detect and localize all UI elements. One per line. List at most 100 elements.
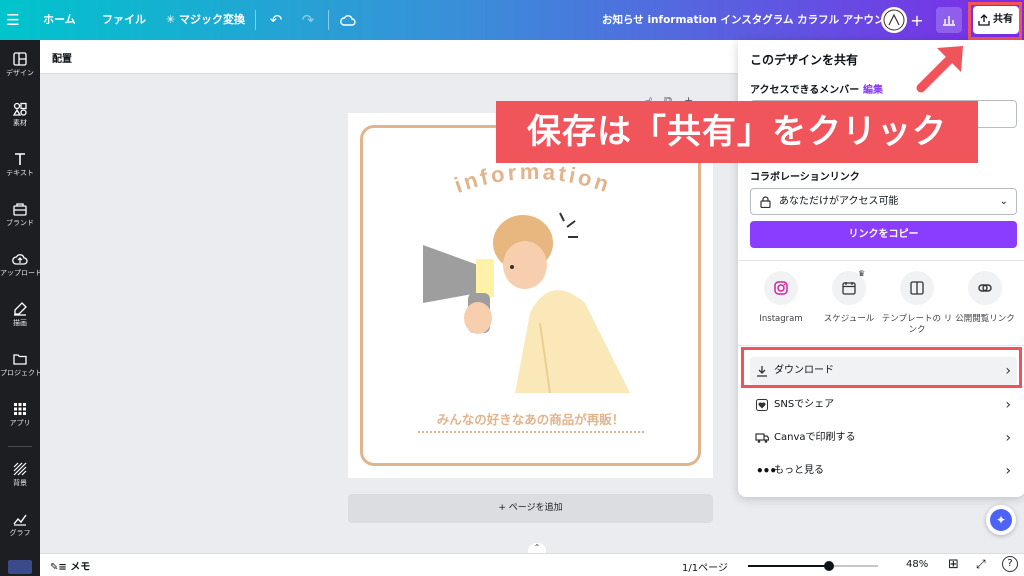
share-option-label: スケジュール bbox=[823, 314, 875, 324]
sns-share-label: SNSでシェア bbox=[774, 399, 835, 410]
highlight-share-button bbox=[968, 2, 1022, 40]
app-thumbnail[interactable] bbox=[8, 560, 32, 574]
sidebar-item-text[interactable]: テキスト bbox=[0, 146, 40, 192]
text-icon bbox=[15, 153, 25, 165]
crown-icon: ♛ bbox=[858, 269, 866, 278]
zoom-level[interactable]: 48% bbox=[906, 559, 928, 570]
megaphone-person-illustration bbox=[423, 212, 630, 393]
redo-icon[interactable]: ↷ bbox=[298, 10, 318, 30]
more-icon: ••• bbox=[756, 464, 777, 478]
zoom-slider-handle[interactable] bbox=[823, 561, 834, 571]
print-row[interactable]: Canvaで印刷する › bbox=[750, 424, 1017, 452]
sidebar-item-label: テキスト bbox=[6, 169, 34, 177]
arrow-annotation-icon bbox=[916, 46, 963, 93]
upload-icon bbox=[12, 254, 28, 265]
print-label: Canvaで印刷する bbox=[774, 432, 856, 443]
file-menu-button[interactable]: ファイル bbox=[102, 0, 146, 40]
fullscreen-icon[interactable]: ⤢ bbox=[976, 557, 986, 572]
chevron-right-icon: › bbox=[1005, 463, 1011, 479]
share-option-label: テンプレートの リンク bbox=[881, 314, 953, 335]
sidebar-item-label: 描画 bbox=[13, 319, 27, 327]
help-icon[interactable]: ? bbox=[1002, 556, 1018, 572]
calendar-icon bbox=[842, 282, 856, 295]
document-title[interactable]: お知らせ information インスタグラム カラフル アナウンス bbox=[602, 0, 895, 40]
sidebar-item-elements[interactable]: 素材 bbox=[0, 96, 40, 142]
more-label: もっと見る bbox=[774, 465, 824, 476]
sidebar-item-label: アップロード bbox=[0, 269, 40, 277]
sparkle-icon: ✦ bbox=[990, 509, 1012, 531]
access-label: アクセスできるメンバー bbox=[750, 85, 860, 96]
brand-icon bbox=[13, 203, 27, 216]
bottom-bar: ✎≡ メモ 1/1ページ 48% ⊞ ⤢ ? bbox=[40, 553, 1024, 576]
sidebar-item-apps[interactable]: アプリ bbox=[0, 396, 40, 442]
chevron-down-icon: ⌄ bbox=[999, 196, 1008, 207]
chevron-up-icon[interactable]: ⌃ bbox=[528, 543, 546, 553]
sns-share-row[interactable]: SNSでシェア › bbox=[750, 391, 1017, 419]
edit-access-link[interactable]: 編集 bbox=[863, 81, 883, 96]
sidebar-item-design[interactable]: デザイン bbox=[0, 46, 40, 92]
sidebar-item-charts[interactable]: グラフ bbox=[0, 506, 40, 552]
share-panel-title: このデザインを共有 bbox=[750, 53, 859, 67]
position-button[interactable]: 配置 bbox=[52, 50, 72, 65]
sidebar-item-projects[interactable]: プロジェクト bbox=[0, 346, 40, 392]
design-heading: information bbox=[451, 159, 612, 198]
sparkle-icon: ✳ bbox=[166, 13, 180, 26]
home-button[interactable]: ホーム bbox=[43, 0, 76, 40]
apps-icon bbox=[14, 403, 26, 415]
bar-chart-icon bbox=[943, 16, 955, 26]
collab-link-label: コラボレーションリンク bbox=[750, 172, 860, 183]
folder-icon bbox=[13, 354, 27, 365]
zoom-slider[interactable] bbox=[748, 561, 878, 571]
share-template-link-button[interactable] bbox=[900, 271, 934, 305]
sidebar-item-draw[interactable]: 描画 bbox=[0, 296, 40, 342]
divider bbox=[738, 260, 1024, 261]
chevron-right-icon: › bbox=[1005, 397, 1011, 413]
highlight-download-row bbox=[741, 347, 1022, 388]
background-icon bbox=[13, 462, 27, 476]
lock-icon bbox=[760, 196, 771, 208]
magic-switch-label: マジック変換 bbox=[179, 13, 246, 26]
caption-underline bbox=[418, 431, 644, 433]
notes-button[interactable]: ✎≡ メモ bbox=[50, 558, 90, 573]
annotation-callout: 保存は「共有」をクリック bbox=[496, 101, 978, 163]
share-option-label: 公開閲覧リンク bbox=[955, 314, 1015, 324]
cloud-save-icon[interactable] bbox=[338, 10, 358, 30]
menu-icon[interactable]: ☰ bbox=[3, 10, 23, 30]
share-instagram-button[interactable] bbox=[764, 271, 798, 305]
share-public-link-button[interactable] bbox=[968, 271, 1002, 305]
sidebar-item-uploads[interactable]: アップロード bbox=[0, 246, 40, 292]
link-icon bbox=[978, 284, 992, 292]
instagram-icon bbox=[774, 281, 788, 295]
sidebar-item-label: ブランド bbox=[6, 219, 34, 227]
magic-switch-button[interactable]: ✳ マジック変換 bbox=[166, 0, 245, 40]
draw-icon bbox=[14, 302, 27, 316]
divider bbox=[8, 446, 32, 447]
plus-icon[interactable]: + bbox=[907, 10, 927, 30]
magic-assistant-button[interactable]: ✦ bbox=[986, 505, 1016, 535]
left-sidebar: デザイン 素材 テキスト ブランド アップロード 描画 プロジェクト アプリ 背… bbox=[0, 40, 40, 576]
divider bbox=[738, 345, 1024, 346]
page-count[interactable]: 1/1ページ bbox=[682, 559, 728, 574]
sidebar-item-background[interactable]: 背景 bbox=[0, 456, 40, 502]
copy-link-button[interactable]: リンクをコピー bbox=[750, 221, 1017, 248]
undo-icon[interactable]: ↶ bbox=[266, 10, 286, 30]
sidebar-item-label: 素材 bbox=[13, 119, 27, 127]
design-page[interactable]: information みんなの好きなあの商品が再販！ bbox=[348, 113, 713, 478]
grid-view-icon[interactable]: ⊞ bbox=[948, 557, 959, 572]
truck-icon bbox=[755, 433, 769, 443]
avatar[interactable] bbox=[881, 7, 907, 33]
add-page-button[interactable]: + ページを追加 bbox=[348, 494, 713, 523]
notes-icon: ✎≡ bbox=[50, 562, 71, 573]
link-access-dropdown[interactable]: あなただけがアクセス可能 ⌄ bbox=[750, 188, 1017, 215]
heart-icon bbox=[756, 399, 768, 411]
sidebar-item-label: プロジェクト bbox=[0, 369, 40, 377]
divider bbox=[255, 10, 256, 30]
notes-label: メモ bbox=[70, 562, 91, 573]
sidebar-item-brand[interactable]: ブランド bbox=[0, 196, 40, 242]
insights-button[interactable] bbox=[936, 7, 962, 33]
divider bbox=[328, 10, 329, 30]
more-row[interactable]: ••• もっと見る › bbox=[750, 457, 1017, 485]
elements-icon bbox=[13, 102, 27, 116]
zoom-slider-fill bbox=[748, 565, 829, 567]
template-icon bbox=[910, 281, 924, 295]
